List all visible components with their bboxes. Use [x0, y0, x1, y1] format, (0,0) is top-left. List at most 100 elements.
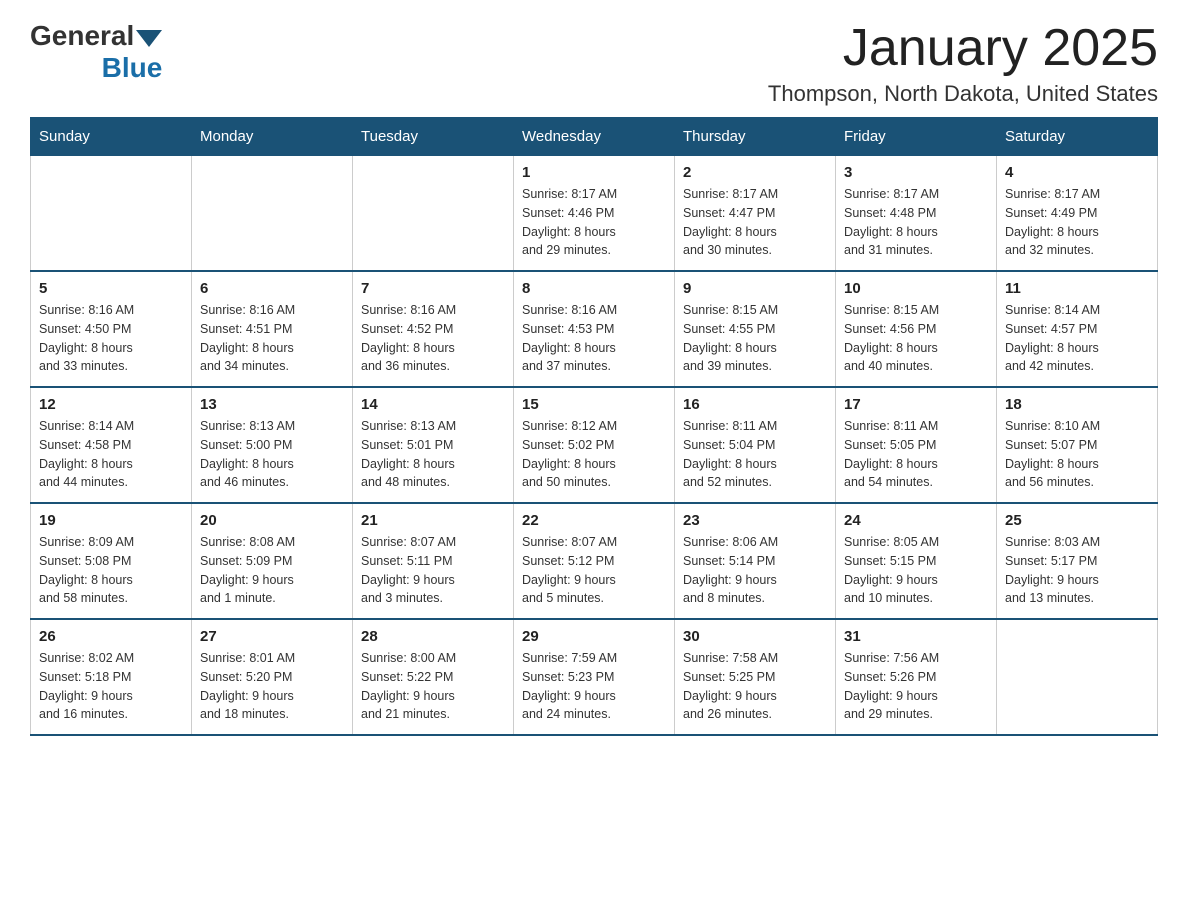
day-info: Sunrise: 7:59 AMSunset: 5:23 PMDaylight:… — [522, 649, 666, 724]
calendar-header-row: SundayMondayTuesdayWednesdayThursdayFrid… — [31, 118, 1158, 156]
month-title: January 2025 — [768, 20, 1158, 77]
day-info: Sunrise: 8:11 AMSunset: 5:05 PMDaylight:… — [844, 417, 988, 492]
calendar-day-13: 13 Sunrise: 8:13 AMSunset: 5:00 PMDayligh… — [192, 387, 353, 503]
day-info: Sunrise: 8:03 AMSunset: 5:17 PMDaylight:… — [1005, 533, 1149, 608]
day-number: 19 — [39, 512, 183, 529]
day-info: Sunrise: 8:14 AMSunset: 4:58 PMDaylight:… — [39, 417, 183, 492]
day-info: Sunrise: 8:16 AMSunset: 4:53 PMDaylight:… — [522, 301, 666, 376]
logo-general: General — [30, 20, 134, 52]
day-number: 6 — [200, 280, 344, 297]
day-number: 26 — [39, 628, 183, 645]
day-number: 24 — [844, 512, 988, 529]
day-number: 25 — [1005, 512, 1149, 529]
calendar-day-18: 18Sunrise: 8:10 AMSunset: 5:07 PMDayligh… — [997, 387, 1158, 503]
calendar-day-4: 4 Sunrise: 8:17 AMSunset: 4:49 PMDaylight… — [997, 156, 1158, 272]
calendar-day-19: 19 Sunrise: 8:09 AMSunset: 5:08 PMDayligh… — [31, 503, 192, 619]
col-header-tuesday: Tuesday — [353, 118, 514, 156]
calendar-day-14: 14 Sunrise: 8:13 AMSunset: 5:01 PMDayligh… — [353, 387, 514, 503]
day-info: Sunrise: 7:58 AMSunset: 5:25 PMDaylight:… — [683, 649, 827, 724]
day-info: Sunrise: 8:11 AMSunset: 5:04 PMDaylight:… — [683, 417, 827, 492]
day-number: 12 — [39, 396, 183, 413]
col-header-wednesday: Wednesday — [514, 118, 675, 156]
day-number: 4 — [1005, 164, 1149, 181]
col-header-saturday: Saturday — [997, 118, 1158, 156]
calendar-day-23: 23 Sunrise: 8:06 AMSunset: 5:14 PMDayligh… — [675, 503, 836, 619]
day-number: 23 — [683, 512, 827, 529]
calendar-day-8: 8 Sunrise: 8:16 AMSunset: 4:53 PMDaylight… — [514, 271, 675, 387]
day-info: Sunrise: 8:05 AMSunset: 5:15 PMDaylight:… — [844, 533, 988, 608]
day-number: 18 — [1005, 396, 1149, 413]
day-info: Sunrise: 8:01 AMSunset: 5:20 PMDaylight:… — [200, 649, 344, 724]
day-info: Sunrise: 8:13 AMSunset: 5:00 PMDaylight:… — [200, 417, 344, 492]
day-number: 8 — [522, 280, 666, 297]
col-header-sunday: Sunday — [31, 118, 192, 156]
calendar-day-empty — [192, 156, 353, 272]
calendar-day-10: 10 Sunrise: 8:15 AMSunset: 4:56 PMDayligh… — [836, 271, 997, 387]
day-info: Sunrise: 8:16 AMSunset: 4:52 PMDaylight:… — [361, 301, 505, 376]
calendar-day-7: 7 Sunrise: 8:16 AMSunset: 4:52 PMDaylight… — [353, 271, 514, 387]
calendar-day-9: 9 Sunrise: 8:15 AMSunset: 4:55 PMDaylight… — [675, 271, 836, 387]
day-info: Sunrise: 8:02 AMSunset: 5:18 PMDaylight:… — [39, 649, 183, 724]
calendar-day-3: 3Sunrise: 8:17 AMSunset: 4:48 PMDaylight… — [836, 156, 997, 272]
day-info: Sunrise: 8:09 AMSunset: 5:08 PMDaylight:… — [39, 533, 183, 608]
day-info: Sunrise: 8:14 AMSunset: 4:57 PMDaylight:… — [1005, 301, 1149, 376]
day-info: Sunrise: 8:17 AMSunset: 4:46 PMDaylight:… — [522, 185, 666, 260]
day-info: Sunrise: 8:00 AMSunset: 5:22 PMDaylight:… — [361, 649, 505, 724]
day-number: 20 — [200, 512, 344, 529]
day-number: 10 — [844, 280, 988, 297]
calendar-day-5: 5Sunrise: 8:16 AMSunset: 4:50 PMDaylight… — [31, 271, 192, 387]
calendar-day-29: 29 Sunrise: 7:59 AMSunset: 5:23 PMDayligh… — [514, 619, 675, 735]
calendar-day-1: 1 Sunrise: 8:17 AMSunset: 4:46 PMDaylight… — [514, 156, 675, 272]
calendar-day-27: 27 Sunrise: 8:01 AMSunset: 5:20 PMDayligh… — [192, 619, 353, 735]
day-info: Sunrise: 8:15 AMSunset: 4:55 PMDaylight:… — [683, 301, 827, 376]
calendar-day-28: 28 Sunrise: 8:00 AMSunset: 5:22 PMDayligh… — [353, 619, 514, 735]
calendar-day-empty — [353, 156, 514, 272]
title-block: January 2025 Thompson, North Dakota, Uni… — [768, 20, 1158, 107]
day-number: 31 — [844, 628, 988, 645]
calendar-day-empty — [31, 156, 192, 272]
calendar-week-row: 19 Sunrise: 8:09 AMSunset: 5:08 PMDayligh… — [31, 503, 1158, 619]
logo-blue: Blue — [102, 52, 163, 84]
page-header: General Blue January 2025 Thompson, Nort… — [30, 20, 1158, 107]
calendar-day-16: 16 Sunrise: 8:11 AMSunset: 5:04 PMDayligh… — [675, 387, 836, 503]
day-number: 29 — [522, 628, 666, 645]
day-number: 28 — [361, 628, 505, 645]
day-info: Sunrise: 8:15 AMSunset: 4:56 PMDaylight:… — [844, 301, 988, 376]
day-number: 16 — [683, 396, 827, 413]
day-info: Sunrise: 8:16 AMSunset: 4:51 PMDaylight:… — [200, 301, 344, 376]
day-info: Sunrise: 8:06 AMSunset: 5:14 PMDaylight:… — [683, 533, 827, 608]
calendar-day-22: 22 Sunrise: 8:07 AMSunset: 5:12 PMDayligh… — [514, 503, 675, 619]
calendar-day-15: 15 Sunrise: 8:12 AMSunset: 5:02 PMDayligh… — [514, 387, 675, 503]
calendar-day-11: 11Sunrise: 8:14 AMSunset: 4:57 PMDayligh… — [997, 271, 1158, 387]
day-info: Sunrise: 8:13 AMSunset: 5:01 PMDaylight:… — [361, 417, 505, 492]
day-info: Sunrise: 8:16 AMSunset: 4:50 PMDaylight:… — [39, 301, 183, 376]
day-number: 27 — [200, 628, 344, 645]
calendar-day-26: 26 Sunrise: 8:02 AMSunset: 5:18 PMDayligh… — [31, 619, 192, 735]
day-number: 30 — [683, 628, 827, 645]
day-info: Sunrise: 8:17 AMSunset: 4:49 PMDaylight:… — [1005, 185, 1149, 260]
col-header-thursday: Thursday — [675, 118, 836, 156]
day-number: 7 — [361, 280, 505, 297]
day-info: Sunrise: 8:17 AMSunset: 4:48 PMDaylight:… — [844, 185, 988, 260]
calendar-week-row: 5Sunrise: 8:16 AMSunset: 4:50 PMDaylight… — [31, 271, 1158, 387]
day-info: Sunrise: 8:12 AMSunset: 5:02 PMDaylight:… — [522, 417, 666, 492]
day-number: 22 — [522, 512, 666, 529]
day-number: 13 — [200, 396, 344, 413]
day-info: Sunrise: 8:07 AMSunset: 5:12 PMDaylight:… — [522, 533, 666, 608]
calendar-day-31: 31Sunrise: 7:56 AMSunset: 5:26 PMDayligh… — [836, 619, 997, 735]
calendar-day-20: 20 Sunrise: 8:08 AMSunset: 5:09 PMDayligh… — [192, 503, 353, 619]
day-number: 14 — [361, 396, 505, 413]
col-header-monday: Monday — [192, 118, 353, 156]
logo-triangle-icon — [136, 30, 162, 47]
calendar-day-24: 24 Sunrise: 8:05 AMSunset: 5:15 PMDayligh… — [836, 503, 997, 619]
day-number: 15 — [522, 396, 666, 413]
calendar-week-row: 26 Sunrise: 8:02 AMSunset: 5:18 PMDayligh… — [31, 619, 1158, 735]
calendar-day-2: 2Sunrise: 8:17 AMSunset: 4:47 PMDaylight… — [675, 156, 836, 272]
day-info: Sunrise: 8:07 AMSunset: 5:11 PMDaylight:… — [361, 533, 505, 608]
day-number: 21 — [361, 512, 505, 529]
day-info: Sunrise: 8:08 AMSunset: 5:09 PMDaylight:… — [200, 533, 344, 608]
col-header-friday: Friday — [836, 118, 997, 156]
day-number: 9 — [683, 280, 827, 297]
location-title: Thompson, North Dakota, United States — [768, 81, 1158, 107]
day-number: 1 — [522, 164, 666, 181]
